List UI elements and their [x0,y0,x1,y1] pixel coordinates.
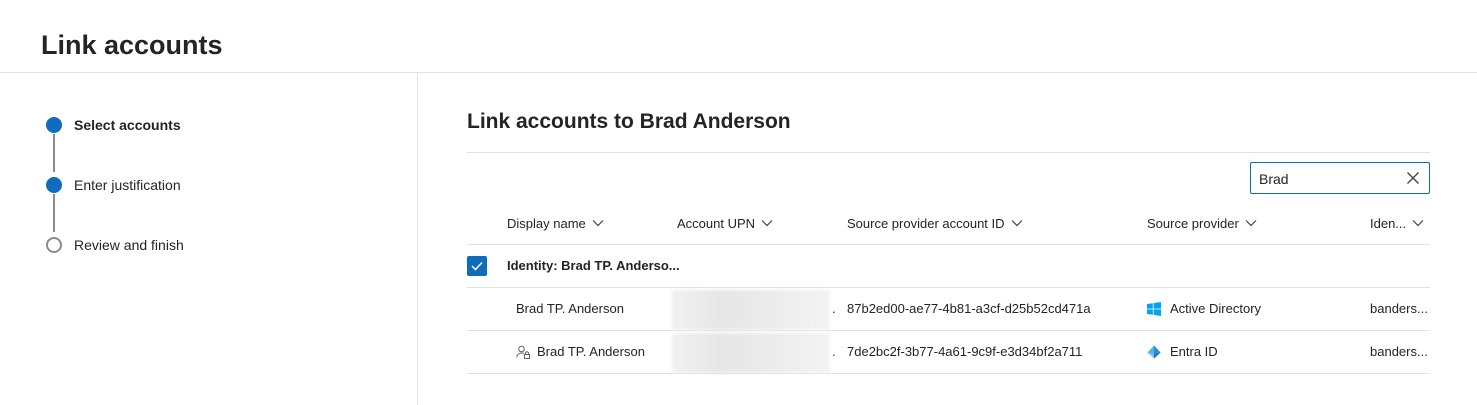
group-checkbox[interactable] [467,256,487,276]
upn-cell: . [832,344,836,359]
account-id-cell: 87b2ed00-ae77-4b81-a3cf-d25b52cd471a [847,301,1091,316]
redacted-upn-cell [672,333,830,373]
identity-cell: banders... [1370,301,1428,316]
windows-icon [1147,301,1161,316]
group-label: Identity: Brad TP. Anderso... [507,258,680,273]
step-connector [53,134,55,172]
column-header-label: Iden... [1370,215,1407,231]
account-id-cell: 7de2bc2f-3b77-4a61-9c9f-e3d34bf2a711 [847,344,1083,359]
display-name: Brad TP. Anderson [537,344,645,359]
column-header-label: Source provider account ID [847,215,1005,231]
chevron-down-icon [1011,220,1022,227]
step-label: Select accounts [74,117,181,133]
source-provider-cell: Entra ID [1147,344,1218,359]
upn-cell: . [832,301,836,316]
column-header-account-upn[interactable]: Account UPN [677,214,773,232]
step-review-and-finish[interactable]: Review and finish [46,236,184,254]
divider [467,152,1430,153]
search-box[interactable] [1250,162,1430,194]
step-current-dot-icon [46,117,62,133]
source-provider-label: Entra ID [1170,344,1218,359]
search-input[interactable] [1259,169,1399,189]
table-row[interactable]: Brad TP. Anderson . 7de2bc2f-3b77-4a61-9… [467,331,1430,374]
user-lock-icon [516,345,530,359]
column-header-source-provider-account-id[interactable]: Source provider account ID [847,214,1023,232]
identity-cell: banders... [1370,344,1428,359]
chevron-down-icon [1412,220,1424,227]
checkmark-icon [471,261,483,271]
step-completed-dot-icon [46,177,62,193]
redacted-upn-cell [672,290,830,330]
step-pending-circle-icon [46,237,62,253]
table-row[interactable]: Brad TP. Anderson . 87b2ed00-ae77-4b81-a… [467,288,1430,331]
step-label: Enter justification [74,177,181,193]
page-title: Link accounts [41,30,223,60]
chevron-down-icon [592,220,604,227]
column-header-label: Display name [507,215,586,231]
entra-id-icon [1147,345,1161,358]
column-header-display-name[interactable]: Display name [507,214,604,232]
column-header-identity[interactable]: Iden... [1370,214,1424,232]
step-label: Review and finish [74,237,184,253]
chevron-down-icon [1245,220,1257,227]
step-enter-justification[interactable]: Enter justification [46,176,181,194]
column-header-label: Account UPN [677,215,756,231]
source-provider-cell: Active Directory [1147,301,1261,316]
clear-search-icon[interactable] [1406,171,1420,185]
identity-group-row[interactable]: Identity: Brad TP. Anderso... [467,245,1430,288]
column-header-label: Source provider [1147,215,1239,231]
column-header-source-provider[interactable]: Source provider [1147,214,1257,232]
section-title: Link accounts to Brad Anderson [467,110,791,133]
chevron-down-icon [761,220,773,227]
step-select-accounts[interactable]: Select accounts [46,116,181,134]
source-provider-label: Active Directory [1170,301,1262,316]
display-name: Brad TP. Anderson [516,301,624,316]
display-name-cell: Brad TP. Anderson [516,301,624,316]
step-connector [53,194,55,232]
display-name-cell: Brad TP. Anderson [516,344,645,359]
page-header: Link accounts [0,0,1477,73]
